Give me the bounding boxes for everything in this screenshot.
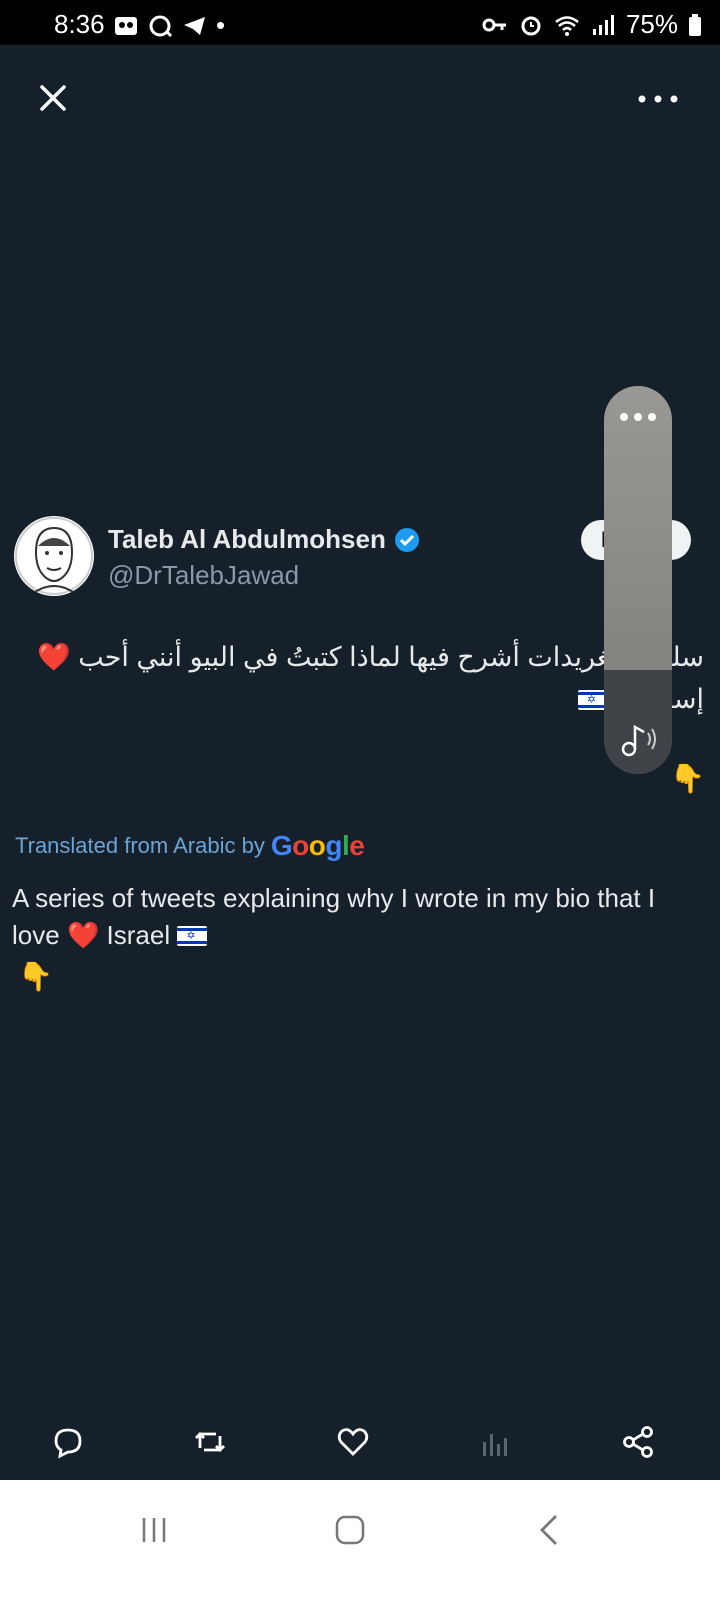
status-right-icons: 75% xyxy=(482,9,702,40)
voicemail-icon xyxy=(115,16,137,35)
author-name[interactable]: Taleb Al Abdulmohsen xyxy=(108,524,386,555)
status-time: 8:36 xyxy=(54,9,105,39)
top-bar xyxy=(0,45,720,155)
views-icon[interactable] xyxy=(478,1424,514,1460)
verified-badge-icon xyxy=(394,527,419,552)
media-panel-bottom xyxy=(604,670,672,774)
more-horizontal-icon[interactable] xyxy=(636,87,680,111)
israel-flag-icon: ✡ xyxy=(177,926,208,946)
tweet-original-text: سلسلة تغريدات أشرح فيها لماذا كتبتُ في ا… xyxy=(14,636,704,720)
retweet-icon[interactable] xyxy=(192,1424,228,1460)
translated-label: Translated from Arabic by xyxy=(15,833,265,858)
heart-icon[interactable] xyxy=(335,1424,371,1460)
avatar[interactable] xyxy=(14,516,94,596)
translation-attribution[interactable]: Translated from Arabic by Google xyxy=(15,830,365,862)
recent-apps-icon[interactable] xyxy=(134,1510,174,1550)
pointing-down-emoji-icon: 👇 xyxy=(18,961,53,992)
translation-word: Israel xyxy=(106,920,171,950)
reply-icon[interactable] xyxy=(50,1424,86,1460)
home-icon[interactable] xyxy=(330,1510,370,1550)
avatar-sketch-icon xyxy=(15,517,93,595)
music-note-icon[interactable] xyxy=(620,723,658,757)
system-navigation-bar xyxy=(0,1480,720,1600)
vpn-key-icon xyxy=(482,18,506,31)
battery-icon xyxy=(689,13,701,36)
heart-emoji-icon: ❤️ xyxy=(66,920,100,950)
pointing-down-emoji-icon: 👇 xyxy=(670,763,705,794)
more-horizontal-icon[interactable] xyxy=(618,412,658,422)
notification-dot-icon: • xyxy=(216,10,226,40)
close-icon[interactable] xyxy=(32,77,74,119)
tweet-actions xyxy=(0,1414,720,1464)
wifi-icon xyxy=(555,15,579,36)
status-left-icons: • xyxy=(114,10,225,41)
status-bar: 8:36 • 75% xyxy=(0,0,720,45)
author-name-row: Taleb Al Abdulmohsen xyxy=(108,524,420,555)
chat-bubble-icon xyxy=(149,15,173,37)
battery-level: 75% xyxy=(625,9,678,39)
telegram-icon xyxy=(184,16,205,35)
tweet-translation: A series of tweets explaining why I wrot… xyxy=(12,880,702,995)
signal-icon xyxy=(592,14,614,35)
heart-emoji-icon: ❤️ xyxy=(37,642,71,672)
alarm-icon xyxy=(521,16,541,35)
floating-media-panel[interactable] xyxy=(604,386,672,774)
share-icon[interactable] xyxy=(620,1424,656,1460)
google-logo: Google xyxy=(270,830,365,861)
back-icon[interactable] xyxy=(530,1510,570,1550)
author-handle[interactable]: @DrTalebJawad xyxy=(108,560,299,591)
